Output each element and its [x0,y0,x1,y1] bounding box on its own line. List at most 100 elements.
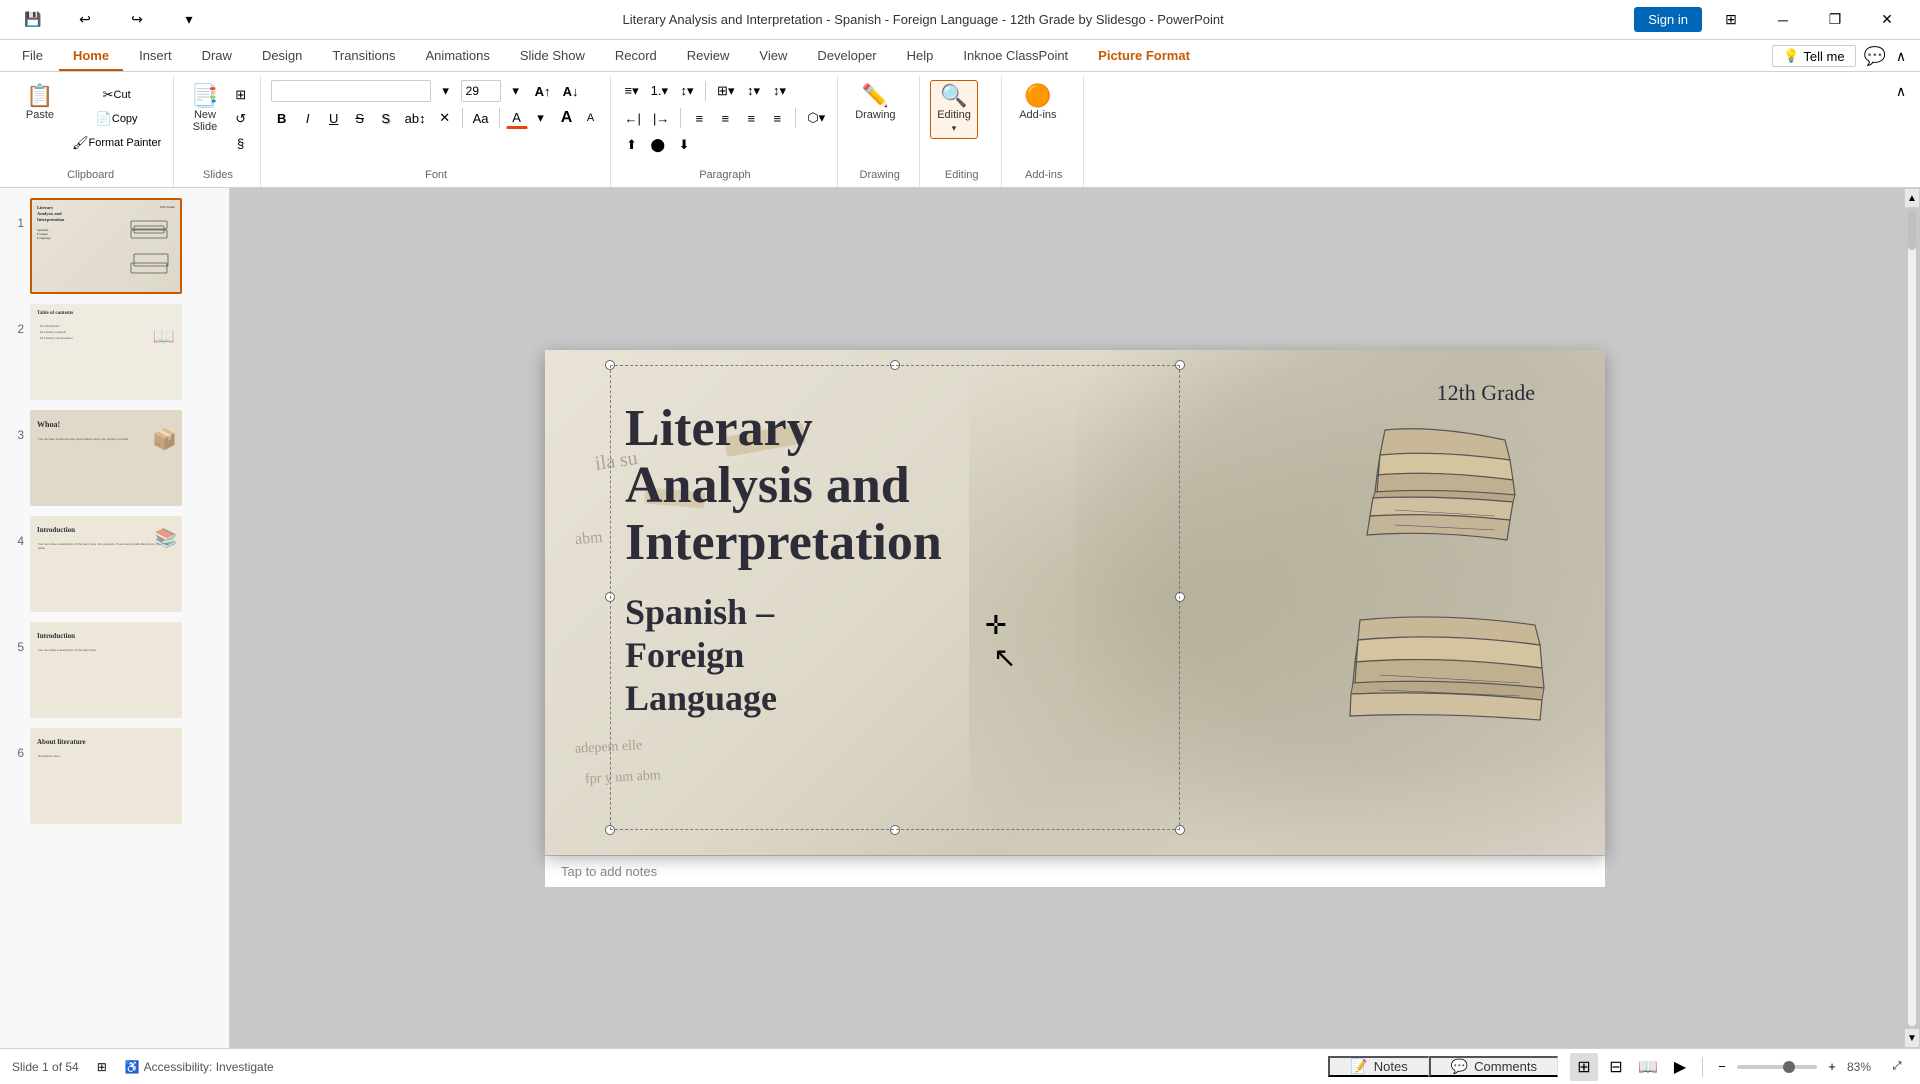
align-right-button[interactable]: ≡ [740,107,762,129]
font-size-dropdown[interactable]: ▾ [505,80,527,102]
scroll-up-button[interactable]: ▲ [1904,188,1920,208]
clear-format-button[interactable]: ✕ [434,107,456,129]
align-middle-button[interactable]: ⬤ [647,134,670,156]
drawing-button[interactable]: ✏️ Drawing [848,80,902,126]
reading-view-button[interactable]: 📖 [1634,1053,1662,1081]
italic-button[interactable]: I [297,107,319,129]
strikethrough-button[interactable]: S [349,107,371,129]
minimize-button[interactable]: ─ [1760,4,1806,36]
list-level-button[interactable]: ↕▾ [676,80,698,102]
new-slide-icon: 📑 [191,85,218,107]
font-color-button[interactable]: A [506,107,528,129]
font-name-input[interactable] [271,80,431,102]
underline-button[interactable]: U [323,107,345,129]
cut-button[interactable]: ✂ Cut [68,84,165,106]
reset-button[interactable]: ↺ [230,108,252,130]
format-painter-button[interactable]: 🖌 Format Painter [68,132,165,154]
slide-item-2[interactable]: 2 Table of contents 01 Introduction 02 L… [6,302,223,402]
accessibility-text[interactable]: ♿ Accessibility: Investigate [125,1060,274,1074]
paragraph-spacing-button[interactable]: ↕▾ [768,80,790,102]
increase-indent-button[interactable]: |→ [649,107,673,129]
tab-design[interactable]: Design [248,42,316,71]
new-slide-label: NewSlide [193,109,217,133]
tab-inknoe[interactable]: Inknoe ClassPoint [949,42,1082,71]
text-direction-button[interactable]: ↕▾ [742,80,764,102]
zoom-slider[interactable] [1737,1065,1817,1069]
decrease-indent-button[interactable]: ←| [621,107,645,129]
increase-font-button[interactable]: A↑ [531,80,555,102]
spacing-button[interactable]: ab↕ [401,107,430,129]
smart-art-button[interactable]: ⬡▾ [803,107,829,129]
align-top-button[interactable]: ⬆ [621,134,643,156]
increase-font-2-button[interactable]: A [556,107,578,129]
align-bottom-button[interactable]: ⬇ [673,134,695,156]
slide-item-4[interactable]: 4 Introduction You can write a descripti… [6,514,223,614]
slide-item-6[interactable]: 6 About literature Description here. [6,726,223,826]
fit-slide-button[interactable]: ⤢ [1886,1056,1908,1078]
editing-button[interactable]: 🔍 Editing ▾ [930,80,978,139]
bullets-button[interactable]: ≡▾ [621,80,643,102]
paste-button[interactable]: 📋 Paste [16,80,64,126]
tab-review[interactable]: Review [673,42,744,71]
align-left-button[interactable]: ≡ [688,107,710,129]
tab-picture-format[interactable]: Picture Format [1084,42,1204,71]
tab-slideshow[interactable]: Slide Show [506,42,599,71]
align-center-button[interactable]: ≡ [714,107,736,129]
tell-me-button[interactable]: 💡 Tell me [1772,45,1855,67]
notes-tab-button[interactable]: 📝 Notes [1328,1056,1428,1077]
redo-button[interactable]: ↪ [114,4,160,36]
font-size-input[interactable] [461,80,501,102]
tab-record[interactable]: Record [601,42,671,71]
notes-bar[interactable]: Tap to add notes [545,855,1605,887]
change-case-button[interactable]: Aa [469,107,493,129]
comments-tab-button[interactable]: 💬 Comments [1429,1056,1558,1077]
slide-item-3[interactable]: 3 Whoa! You can also customize this pres… [6,408,223,508]
slide-thumb-3: Whoa! You can also customize this presen… [30,410,182,506]
tab-animations[interactable]: Animations [412,42,504,71]
decrease-font-button[interactable]: A↓ [559,80,583,102]
layout-button[interactable]: ⊞ [1708,4,1754,36]
justify-button[interactable]: ≡ [766,107,788,129]
signin-button[interactable]: Sign in [1634,7,1702,32]
bold-button[interactable]: B [271,107,293,129]
columns-button[interactable]: ⊞▾ [713,80,738,102]
slide-sorter-button[interactable]: ⊟ [1602,1053,1630,1081]
zoom-out-button[interactable]: − [1711,1056,1733,1078]
tab-transitions[interactable]: Transitions [318,42,409,71]
tab-help[interactable]: Help [893,42,948,71]
title-block[interactable]: LiteraryAnalysis andInterpretation Spani… [625,400,1185,721]
customize-button[interactable]: ▾ [166,4,212,36]
save-button[interactable]: 💾 [10,4,56,36]
tab-insert[interactable]: Insert [125,42,186,71]
new-slide-button[interactable]: 📑 NewSlide [184,80,225,138]
font-color-dropdown[interactable]: ▾ [530,107,552,129]
shadow-button[interactable]: S [375,107,397,129]
redo-icon: ↪ [131,11,143,28]
layout-button-ribbon[interactable]: ⊞ [230,84,252,106]
tab-draw[interactable]: Draw [188,42,246,71]
font-name-dropdown[interactable]: ▾ [435,80,457,102]
restore-button[interactable]: ❐ [1812,4,1858,36]
zoom-in-button[interactable]: + [1821,1056,1843,1078]
collapse-ribbon-button[interactable]: ∧ [1890,45,1912,67]
tab-developer[interactable]: Developer [803,42,890,71]
tab-view[interactable]: View [745,42,801,71]
close-button[interactable]: ✕ [1864,4,1910,36]
collapse-ribbon-btn[interactable]: ∧ [1890,80,1912,102]
undo-button[interactable]: ↩ [62,4,108,36]
decrease-font-2-button[interactable]: A [580,107,602,129]
copy-button[interactable]: 📄 Copy [68,108,165,130]
tab-file[interactable]: File [8,42,57,71]
slide-item-1[interactable]: 1 LiteraryAnalysis andInterpretation Spa… [6,196,223,296]
section-button[interactable]: § [230,132,252,154]
slideshow-view-button[interactable]: ▶ [1666,1053,1694,1081]
tab-home[interactable]: Home [59,42,123,71]
slide-item-5[interactable]: 5 Introduction You can write a descripti… [6,620,223,720]
addins-button[interactable]: 🟠 Add-ins [1012,80,1063,126]
slide-view-toggle[interactable]: ⊞ [91,1056,113,1078]
numbering-button[interactable]: 1.▾ [647,80,672,102]
normal-view-button[interactable]: ⊞ [1570,1053,1598,1081]
drawing-group-label: Drawing [840,167,919,183]
comment-button[interactable]: 💬 [1860,45,1890,67]
scroll-down-button[interactable]: ▼ [1904,1028,1920,1048]
